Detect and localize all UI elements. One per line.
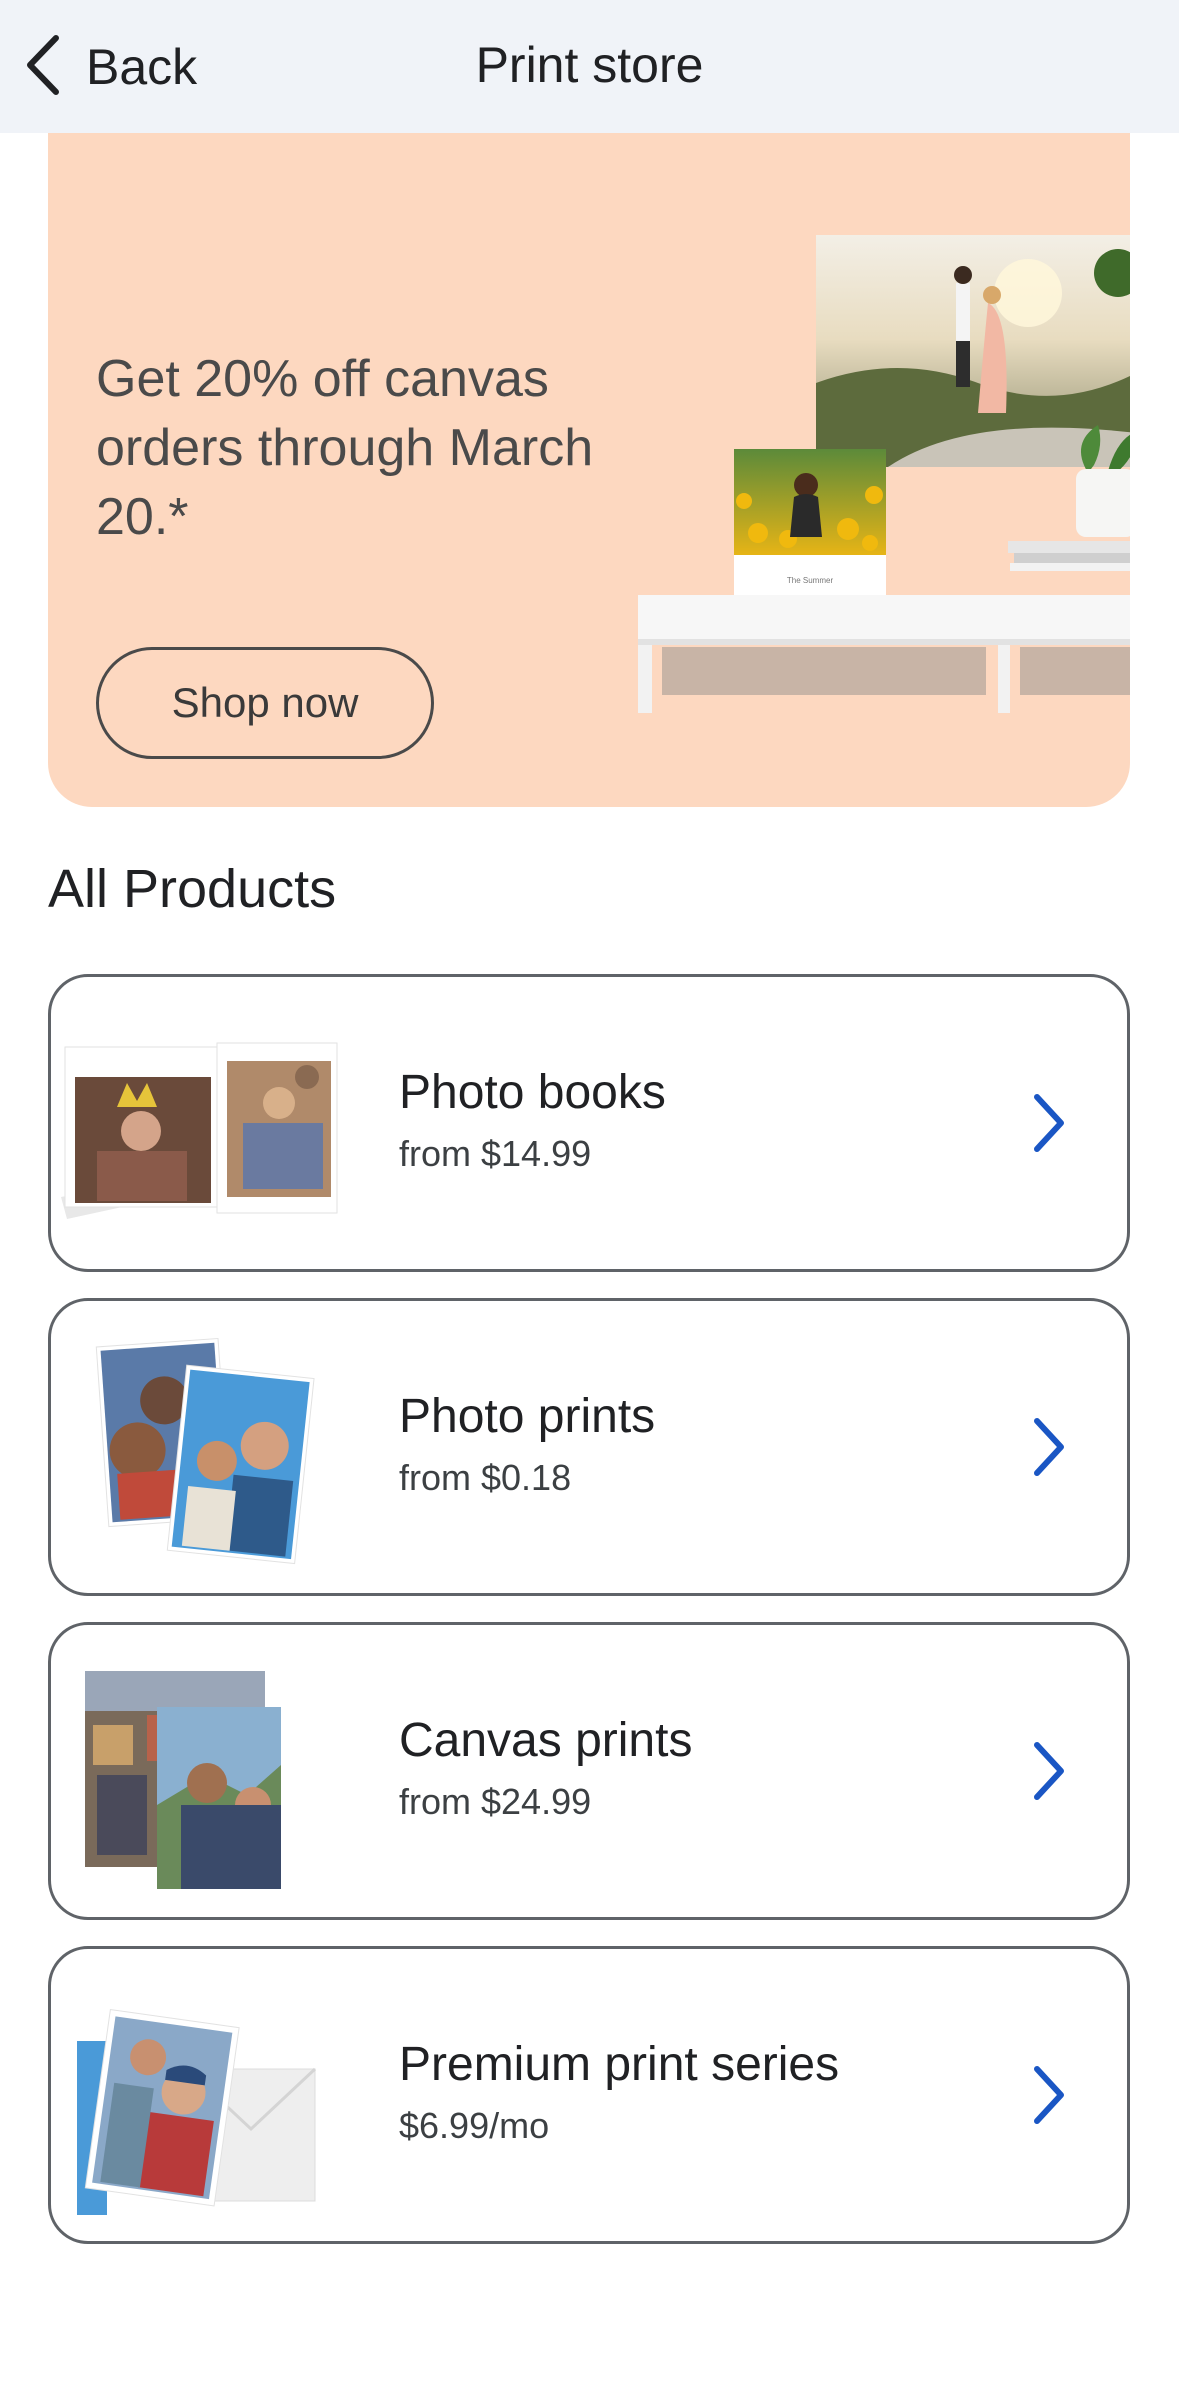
product-title: Photo prints [399,1390,656,1443]
product-card-premium-print-series[interactable]: Premium print series $6.99/mo [48,1946,1130,2244]
product-title: Canvas prints [399,1714,693,1767]
all-products-heading: All Products [48,859,337,919]
promo-text: Get 20% off canvas orders through March … [96,350,594,546]
photo-prints-thumbnail [95,1337,315,1565]
chevron-right-icon [1034,2066,1064,2124]
photo-books-thumbnail [61,1042,338,1219]
chevron-right-icon [1034,1094,1064,1152]
product-price: $6.99/mo [399,2105,550,2146]
product-card-photo-books[interactable]: Photo books from $14.99 [48,974,1130,1272]
product-price: from $0.18 [399,1457,572,1498]
product-title: Photo books [399,1066,666,1119]
chevron-right-icon [1034,1742,1064,1800]
canvas-prints-thumbnail [85,1671,281,1889]
product-price: from $14.99 [399,1133,592,1174]
top-nav-bar: Back Print store [0,0,1179,133]
shop-now-button[interactable]: Shop now [96,647,434,759]
book-caption: The Summer [787,576,834,585]
chevron-right-icon [1034,1418,1064,1476]
premium-print-series-thumbnail [77,2008,317,2215]
product-title: Premium print series [399,2038,840,2091]
promo-canvas-image: The Summer [638,235,1130,713]
promo-banner: Get 20% off canvas orders through March … [48,133,1130,807]
product-card-photo-prints[interactable]: Photo prints from $0.18 [48,1298,1130,1596]
product-price: from $24.99 [399,1781,592,1822]
product-card-canvas-prints[interactable]: Canvas prints from $24.99 [48,1622,1130,1920]
page-title: Print store [475,37,704,93]
